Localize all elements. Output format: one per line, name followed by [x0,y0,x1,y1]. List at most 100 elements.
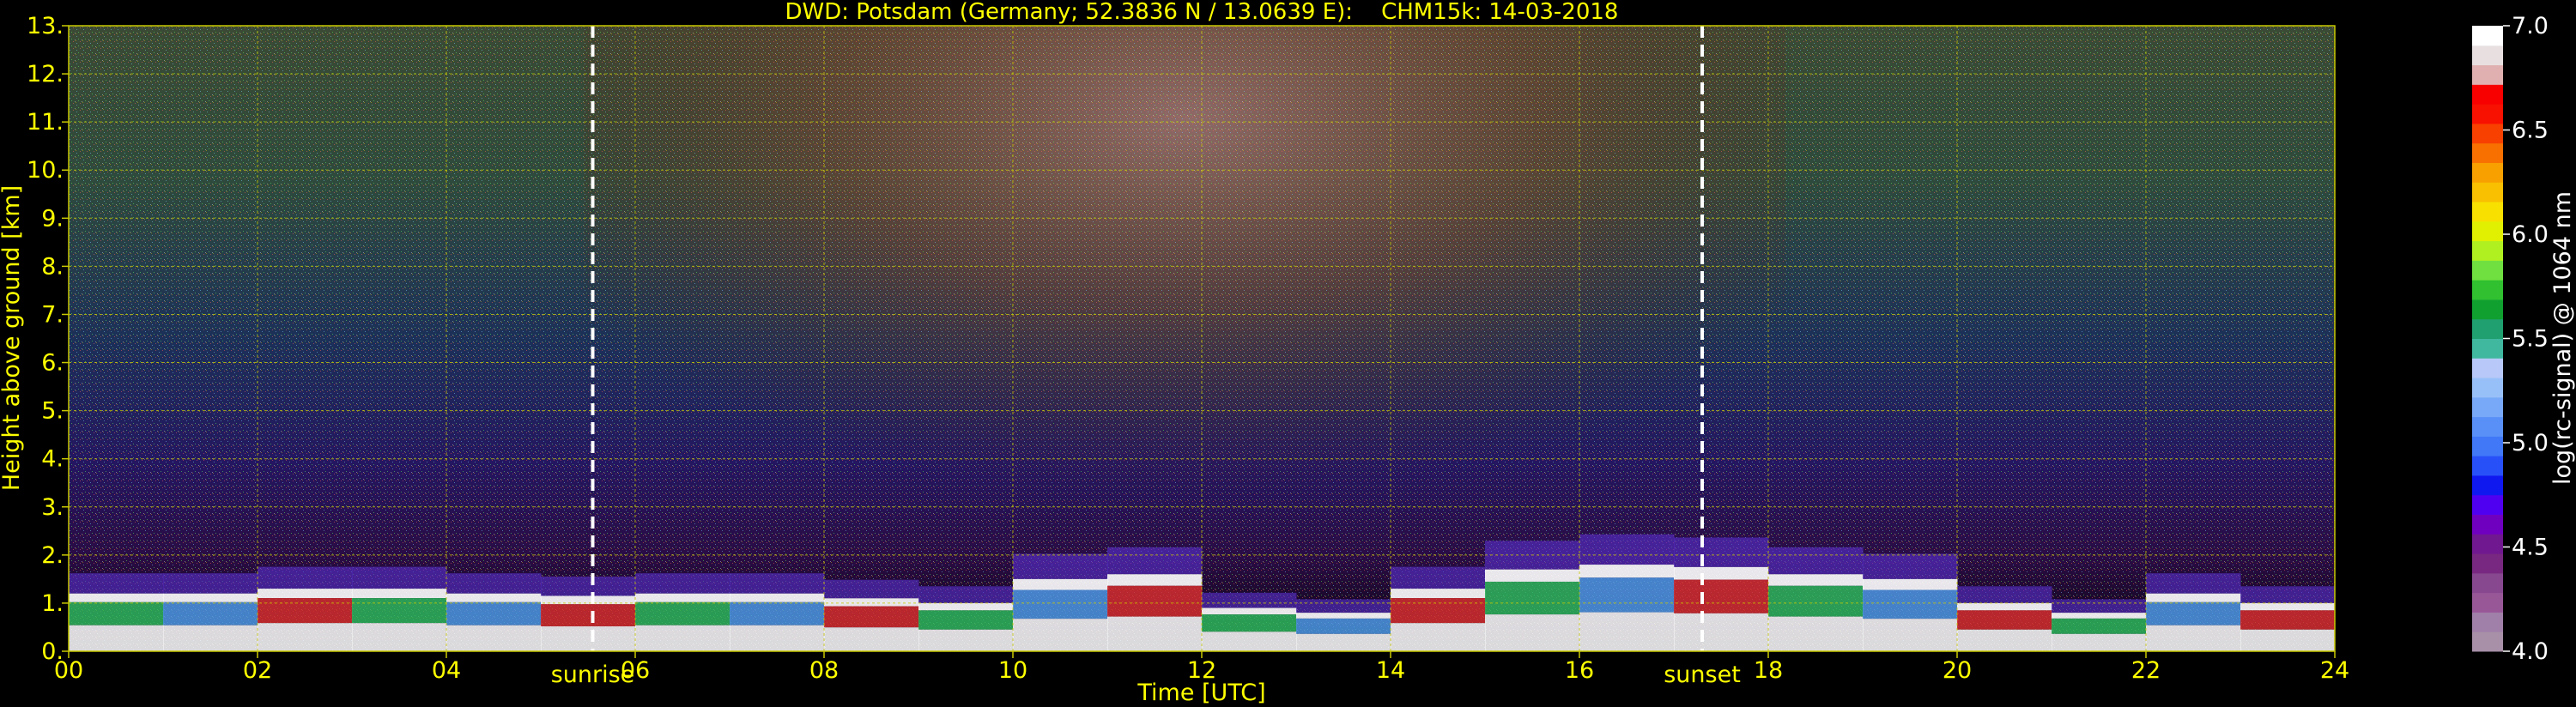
aerosol-layer-top [352,589,447,599]
aerosol-near-ground [1107,616,1203,651]
y-tick-label: 5. [41,398,64,425]
colorbar-cell [2472,416,2503,437]
aerosol-layer-core [446,601,542,625]
x-tick-label: 18 [1754,657,1783,684]
aerosol-haze [1768,547,1864,575]
aerosol-haze [635,573,730,594]
aerosol-layer-core [1107,585,1203,617]
colorbar-cell [2472,358,2503,378]
aerosol-haze [258,566,353,589]
aerosol-haze [1863,553,1958,579]
y-tick-label: 6. [41,350,64,377]
aerosol-haze [730,573,825,594]
aerosol-haze [2052,599,2147,613]
x-tick-label: 02 [243,657,272,684]
aerosol-near-ground [1391,623,1486,651]
aerosol-near-ground [1957,629,2052,651]
aerosol-haze [446,573,542,594]
x-tick-label: 14 [1376,657,1405,684]
y-tick-label: 0. [41,638,64,665]
x-tick-label: 08 [809,657,839,684]
x-tick-label: 04 [432,657,461,684]
aerosol-near-ground [446,625,542,651]
aerosol-layer-top [258,589,353,599]
colorbar-cell [2472,494,2503,516]
aerosol-haze [163,573,258,594]
colorbar-cell [2472,142,2503,163]
colorbar-cell [2472,280,2503,300]
aerosol-layer-top [2146,593,2241,602]
aerosol-haze [918,586,1014,603]
y-axis-label: Height above ground [km] [0,185,25,491]
aerosol-haze [69,573,164,594]
aerosol-layer-top [1107,574,1203,586]
colorbar-cell [2472,396,2503,418]
colorbar-cell [2472,592,2503,613]
aerosol-layer-core [1202,614,1297,632]
aerosol-near-ground [730,625,825,651]
colorbar-tick-label: 4.0 [2512,638,2549,665]
colorbar-cell [2472,221,2503,242]
aerosol-layer-core [541,604,636,626]
aerosol-layer-top [163,593,258,602]
aerosol-near-ground [1013,619,1108,651]
aerosol-near-ground [1863,619,1958,651]
aerosol-layer-core [2146,601,2241,625]
aerosol-layer-core [352,598,447,624]
colorbar-cell [2472,202,2503,222]
colorbar-cell [2472,456,2503,476]
aerosol-layer-core [1579,577,1675,613]
x-tick-label: 24 [2320,657,2349,684]
colorbar-cell [2472,299,2503,320]
y-tick-label: 1. [41,590,64,617]
colorbar-tick-label: 5.0 [2512,430,2549,456]
aerosol-near-ground [1768,616,1864,651]
colorbar-cell [2472,123,2503,144]
plot-area: sunrise sunset [68,25,2336,688]
x-tick-label: 22 [2131,657,2161,684]
x-tick-label: 06 [621,657,650,684]
colorbar-cell [2472,553,2503,574]
y-tick-label: 13. [27,13,64,39]
lidar-backscatter-chart: sunrise sunset 00 02 04 06 08 10 12 14 16 18 20 22 24… [0,0,2576,707]
aerosol-layer-core [918,610,1014,630]
aerosol-layer-core [69,601,164,625]
aerosol-layer-core [824,606,919,628]
aerosol-layer-top [918,602,1014,611]
aerosol-near-ground [635,625,730,651]
aerosol-near-ground [918,629,1014,651]
colorbar-cell [2472,572,2503,594]
aerosol-near-ground [163,625,258,651]
aerosol-near-ground [2052,633,2147,651]
aerosol-haze [1202,592,1297,608]
x-axis-label: Time [UTC] [1136,680,1265,706]
aerosol-layer-core [730,601,825,625]
aerosol-haze [1013,553,1108,579]
aerosol-layer-core [258,598,353,624]
y-tick-label: 12. [27,61,64,88]
colorbar-cell [2472,378,2503,398]
colorbar-cell [2472,318,2503,339]
aerosol-layer-top [446,593,542,602]
y-tick-label: 10. [27,157,64,184]
x-tick-label: 10 [998,657,1027,684]
aerosol-layer-top [1391,589,1486,599]
y-tick-label: 2. [41,542,64,569]
aerosol-layer-top [69,593,164,602]
colorbar-cell [2472,162,2503,183]
colorbar-cell [2472,338,2503,359]
colorbar-cell [2472,240,2503,261]
y-tick-label: 8. [41,253,64,280]
colorbar-cell [2472,514,2503,535]
aerosol-near-ground [541,625,636,651]
aerosol-haze [1296,599,1391,613]
sun-marker-label: sunset [1664,662,1741,688]
colorbar-cell [2472,612,2503,632]
colorbar-cell [2472,84,2503,105]
colorbar-cell [2472,260,2503,281]
aerosol-haze [1107,547,1203,575]
aerosol-near-ground [1674,613,1769,651]
colorbar-tick-label: 5.5 [2512,326,2549,353]
colorbar-cell [2472,182,2503,202]
x-tick-label: 20 [1943,657,1972,684]
